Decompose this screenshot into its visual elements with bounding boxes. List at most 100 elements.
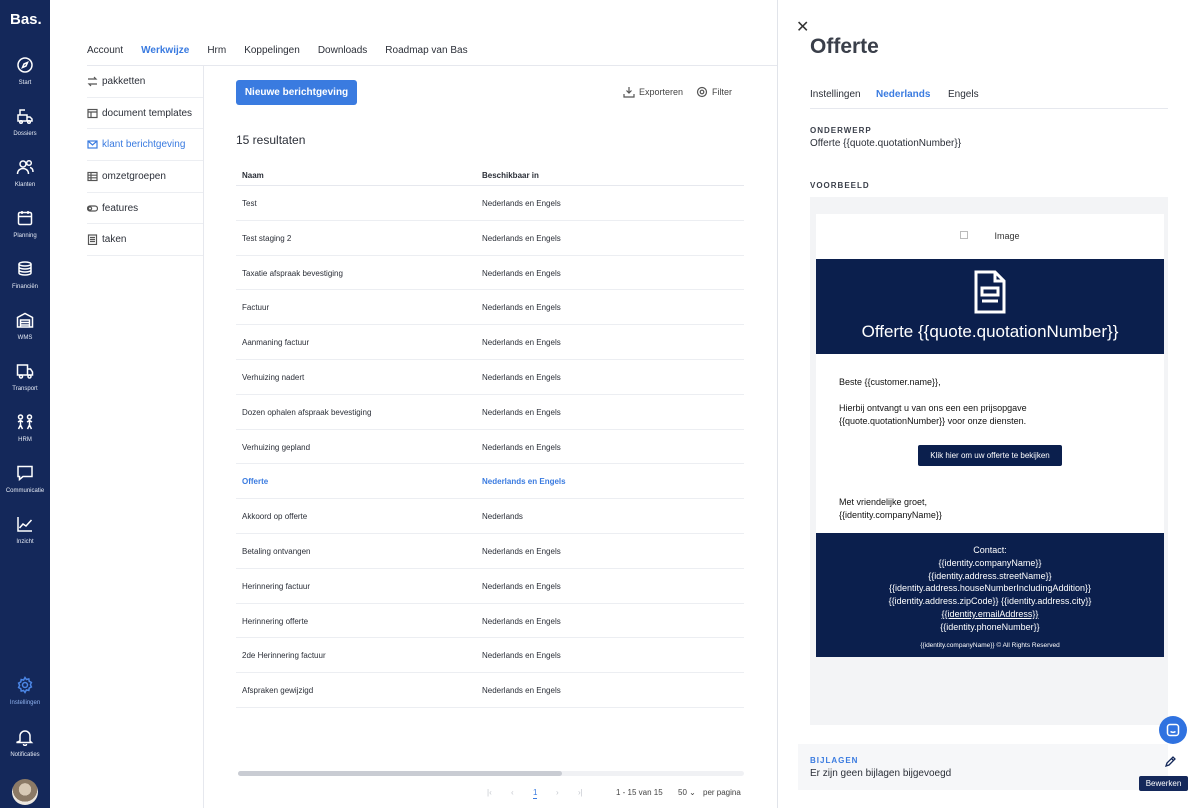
attachments-text: Er zijn geen bijlagen bijgevoegd [810,768,952,779]
nav-item-notificaties[interactable]: Notificaties [0,728,50,772]
download-icon [623,87,635,98]
table-row[interactable]: Betaling ontvangen Nederlands en Engels [236,534,744,569]
page-size-select[interactable]: 50 ⌄ [678,788,696,797]
export-button[interactable]: Exporteren [623,86,683,98]
main-nav: Bas. Start Dossiers Klanten Planning Fin… [0,0,50,808]
tab-account[interactable]: Account [87,45,123,62]
last-page-button[interactable]: ›| [578,788,583,797]
email-greeting: Beste {{customer.name}}, [839,377,941,387]
submenu-item-features[interactable]: features [87,193,204,225]
row-name: Factuur [242,303,270,313]
row-name: Herinnering offerte [242,616,309,626]
table-row[interactable]: Afspraken gewijzigd Nederlands en Engels [236,673,744,708]
table-row[interactable]: Taxatie afspraak bevestiging Nederlands e… [236,256,744,291]
horizontal-scrollbar[interactable] [238,771,744,776]
submenu-item-omzetgroepen[interactable]: omzetgroepen [87,161,204,193]
attachments-section: BIJLAGEN Er zijn geen bijlagen bijgevoeg… [798,744,1168,790]
grid-icon [87,171,98,182]
footer-company: {{identity.companyName}} [938,557,1042,568]
row-name: Taxatie afspraak bevestiging [242,268,343,278]
nav-item-financien[interactable]: Financiën [0,260,50,304]
logo[interactable]: Bas. [10,11,42,28]
view-quote-button[interactable]: Klik hier om uw offerte te bekijken [918,445,1062,466]
edit-button[interactable]: Bewerken [1139,776,1188,791]
row-available-in: Nederlands en Engels [482,338,561,348]
submenu-item-pakketten[interactable]: pakketten [87,66,204,98]
mail-icon [87,140,98,149]
tab-koppelingen[interactable]: Koppelingen [244,45,300,62]
row-available-in: Nederlands [482,512,523,522]
tab-hrm[interactable]: Hrm [207,45,226,62]
footer-email-link[interactable]: {{identity.emailAddress}} [816,608,1164,621]
table-row[interactable]: Verhuizing nadert Nederlands en Engels [236,360,744,395]
table-row[interactable]: 2de Herinnering factuur Nederlands en Eng… [236,638,744,674]
row-name: Akkoord op offerte [242,512,308,522]
column-header-naam[interactable]: Naam [242,171,264,180]
table-row[interactable]: Akkoord op offerte Nederlands [236,499,744,534]
nav-item-dossiers[interactable]: Dossiers [0,107,50,151]
table-row[interactable]: Dozen ophalen afspraak bevestiging Nederl… [236,395,744,430]
subject-value: Offerte {{quote.quotationNumber}} [810,138,962,149]
prev-page-button[interactable]: ‹ [511,788,514,797]
truck-icon [16,364,34,379]
email-body-line-1: Hierbij ontvangt u van ons een een prijs… [839,403,1027,413]
tab-roadmap[interactable]: Roadmap van Bas [385,45,467,62]
nav-item-transport[interactable]: Transport [0,362,50,406]
table-row[interactable]: Herinnering offerte Nederlands en Engels [236,604,744,639]
table-row[interactable]: Test staging 2 Nederlands en Engels [236,221,744,256]
drawer-title: Offerte [810,35,879,58]
tab-nederlands[interactable]: Nederlands [876,89,930,100]
nav-label: Klanten [14,182,36,188]
tab-werkwijze[interactable]: Werkwijze [141,45,189,62]
nav-item-communicatie[interactable]: Communicatie [0,464,50,508]
table-row[interactable]: Herinnering factuur Nederlands en Engels [236,569,744,604]
nav-label: Transport [12,386,38,392]
email-body-line-2: {{quote.quotationNumber}} voor onze dien… [839,416,1027,426]
column-header-beschikbaar[interactable]: Beschikbaar in [482,171,539,180]
footer-housenumber: {{identity.address.houseNumberIncludingA… [889,583,1091,594]
nav-item-planning[interactable]: Planning [0,209,50,253]
submenu-label: pakketten [102,75,146,87]
filter-button[interactable]: Filter [696,86,732,98]
next-page-button[interactable]: › [556,788,559,797]
gear-icon [17,676,33,694]
table-row[interactable]: Verhuizing gepland Nederlands en Engels [236,430,744,465]
current-page[interactable]: 1 [533,788,538,799]
submenu-item-document-templates[interactable]: document templates [87,98,204,130]
nav-item-hrm[interactable]: HRM [0,413,50,457]
table-row[interactable]: Factuur Nederlands en Engels [236,290,744,326]
email-header: Offerte {{quote.quotationNumber}} [816,259,1164,354]
table-row[interactable]: Offerte Nederlands en Engels [236,464,744,500]
scrollbar-thumb[interactable] [238,771,562,776]
row-name: Verhuizing nadert [242,372,305,382]
first-page-button[interactable]: |‹ [487,788,492,797]
nav-item-inzicht[interactable]: Inzicht [0,515,50,559]
submenu-item-klant-berichtgeving[interactable]: klant berichtgeving [87,129,204,162]
new-notification-button[interactable]: Nieuwe berichtgeving [236,80,357,105]
row-available-in: Nederlands en Engels [482,442,561,452]
table-row[interactable]: Test Nederlands en Engels [236,186,744,221]
page-range: 1 - 15 van 15 [616,788,663,797]
row-name: Dozen ophalen afspraak bevestiging [242,407,372,417]
results-count: 15 resultaten [236,133,306,147]
submenu-item-taken[interactable]: taken [87,224,204,257]
nav-label: Notificaties [10,752,40,758]
tab-engels[interactable]: Engels [948,89,979,100]
chat-launcher-button[interactable] [1159,716,1187,744]
nav-item-instellingen[interactable]: Instellingen [0,676,50,720]
nav-label: Planning [13,233,37,239]
submenu-divider [203,66,204,808]
tab-downloads[interactable]: Downloads [318,45,367,62]
pencil-icon[interactable] [1164,756,1176,768]
tab-instellingen[interactable]: Instellingen [810,89,861,100]
row-available-in: Nederlands en Engels [482,233,561,243]
row-name: Offerte [242,477,269,487]
nav-item-klanten[interactable]: Klanten [0,158,50,202]
avatar[interactable] [12,779,38,805]
close-icon[interactable]: ✕ [796,17,809,37]
nav-item-start[interactable]: Start [0,56,50,100]
table-row[interactable]: Aanmaning factuur Nederlands en Engels [236,325,744,360]
row-name: Test [242,199,257,208]
nav-item-wms[interactable]: WMS [0,311,50,355]
email-closing-2: {{identity.companyName}} [839,510,942,520]
